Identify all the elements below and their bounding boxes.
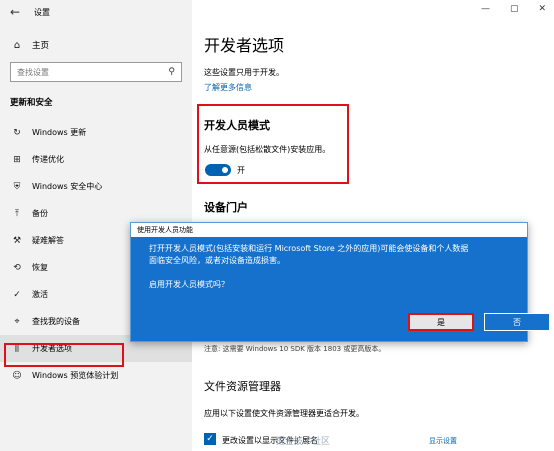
home-label: 主页 (32, 41, 50, 51)
search-icon[interactable]: ⚲ (168, 67, 175, 77)
insider-icon: ☺ (12, 370, 22, 381)
checkmark-icon: ✓ (206, 434, 214, 444)
section-title: 更新和安全 (10, 98, 53, 108)
sidebar-item-label: 疑难解答 (32, 236, 64, 245)
file-explorer-heading: 文件资源管理器 (204, 380, 281, 393)
sidebar-item-delivery-optimization[interactable]: ⊞ 传递优化 (0, 146, 192, 173)
sidebar-item-windows-update[interactable]: ↻ Windows 更新 (0, 119, 192, 146)
close-icon[interactable]: ✕ (538, 4, 546, 14)
page-title: 开发者选项 (204, 36, 285, 55)
maximize-icon[interactable]: ▢ (510, 4, 519, 14)
back-button[interactable]: ← (0, 0, 30, 24)
developer-mode-description: 从任意源(包括松散文件)安装应用。 (204, 145, 331, 154)
sidebar-item-label: 恢复 (32, 263, 48, 272)
dialog-title: 使用开发人员功能 (131, 223, 527, 237)
activation-icon: ✓ (13, 289, 21, 300)
back-arrow-icon: ← (9, 5, 21, 19)
file-extension-checkbox[interactable]: ✓ (204, 433, 216, 445)
sidebar-item-label: 查找我的设备 (32, 317, 80, 326)
watermark: 掘金技术社区 (276, 437, 331, 447)
find-device-icon: ⌖ (14, 316, 20, 327)
developer-mode-toggle[interactable] (205, 164, 231, 176)
learn-more-link[interactable]: 了解更多信息 (204, 82, 252, 93)
delivery-icon: ⊞ (13, 154, 21, 165)
device-portal-heading: 设备门户 (204, 201, 248, 214)
minimize-icon[interactable]: — (481, 4, 490, 14)
intro-text: 这些设置只用于开发。 (204, 68, 284, 77)
sync-icon: ↻ (13, 127, 21, 138)
recovery-icon: ⟲ (13, 262, 21, 273)
sidebar-item-windows-security[interactable]: ⛨ Windows 安全中心 (0, 173, 192, 200)
developer-mode-heading: 开发人员模式 (204, 119, 270, 132)
toggle-knob (222, 167, 228, 173)
sidebar-item-home[interactable]: ⌂ 主页 (0, 34, 192, 56)
yes-button[interactable]: 是 (408, 313, 474, 331)
developer-features-dialog: 使用开发人员功能 打开开发人员模式(包括安装和运行 Microsoft Stor… (130, 222, 550, 342)
sidebar-item-label: 激活 (32, 290, 48, 299)
shield-icon: ⛨ (13, 181, 21, 192)
search-box[interactable]: ⚲ (10, 62, 182, 82)
sidebar-item-label: 传递优化 (32, 155, 64, 164)
dialog-question: 启用开发人员模式吗？ (149, 280, 229, 289)
title-bar: ← 设置 (0, 0, 192, 24)
sidebar-item-label: Windows 安全中心 (32, 182, 103, 191)
file-explorer-description: 应用以下设置使文件资源管理器更适合开发。 (204, 409, 364, 418)
window-title: 设置 (34, 7, 50, 17)
sdk-note: 注意: 这需要 Windows 10 SDK 版本 1803 或更高版本。 (204, 345, 386, 353)
toggle-state-label: 开 (237, 166, 245, 175)
backup-icon: ⤒ (15, 208, 19, 219)
window-controls: — ▢ ✕ (481, 4, 546, 14)
sidebar-item-label: 备份 (32, 209, 48, 218)
show-settings-link[interactable]: 显示设置 (429, 436, 457, 446)
sidebar-item-label: Windows 预览体验计划 (32, 371, 119, 380)
wrench-icon: ⚒ (12, 235, 22, 246)
developer-options-highlight (4, 343, 124, 367)
sidebar-item-label: Windows 更新 (32, 128, 87, 137)
dialog-message: 打开开发人员模式(包括安装和运行 Microsoft Store 之外的应用)可… (149, 244, 469, 265)
no-button[interactable]: 否 (484, 313, 550, 331)
home-icon: ⌂ (13, 39, 21, 51)
search-input[interactable] (17, 67, 169, 77)
